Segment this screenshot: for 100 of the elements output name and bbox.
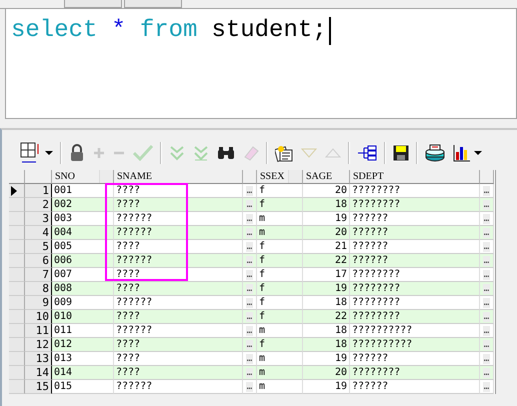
tree-diagram-icon xyxy=(357,145,377,161)
ellipsis-button[interactable]: … xyxy=(246,284,254,294)
ellipsis-button[interactable]: … xyxy=(246,256,254,266)
row-indicator-cell[interactable] xyxy=(9,366,25,380)
ellipsis-button[interactable]: … xyxy=(482,326,490,336)
ellipsis-button[interactable]: … xyxy=(246,228,254,238)
table-cell: f xyxy=(257,254,303,268)
table-cell: 22 xyxy=(303,254,350,268)
row-number: 10 xyxy=(25,310,52,324)
output-tab[interactable] xyxy=(64,0,122,8)
row-number: 13 xyxy=(25,352,52,366)
table-cell: 010 xyxy=(52,310,114,324)
ellipsis-button[interactable]: … xyxy=(482,270,490,280)
column-header[interactable]: SAGE xyxy=(303,171,349,182)
row-indicator-cell[interactable] xyxy=(9,352,25,366)
ellipsis-button[interactable]: … xyxy=(246,298,254,308)
table-cell: m xyxy=(257,226,303,240)
ellipsis-button[interactable]: … xyxy=(482,298,490,308)
row-number: 1 xyxy=(25,184,52,198)
sql-editor[interactable]: select * from student; xyxy=(5,9,517,119)
table-cell: ???????? xyxy=(350,310,480,324)
ellipsis-button[interactable]: … xyxy=(246,354,254,364)
triangle-up-icon xyxy=(325,148,341,158)
table-cell: 18 xyxy=(303,338,350,352)
table-cell: ???????? xyxy=(350,366,480,380)
table-cell: 008 xyxy=(52,282,114,296)
lock-icon xyxy=(69,144,85,162)
ellipsis-button[interactable]: … xyxy=(246,214,254,224)
table-cell: m xyxy=(257,380,303,394)
table-cell: f xyxy=(257,282,303,296)
table-cell: f xyxy=(257,338,303,352)
table-cell: 004 xyxy=(52,226,114,240)
table-cell: f xyxy=(257,310,303,324)
table-cell: ???? xyxy=(114,198,243,212)
row-indicator-cell[interactable] xyxy=(9,184,25,198)
row-number: 11 xyxy=(25,324,52,338)
row-number: 5 xyxy=(25,240,52,254)
table-cell: ???? xyxy=(114,338,243,352)
ellipsis-button[interactable]: … xyxy=(246,186,254,196)
ellipsis-button[interactable]: … xyxy=(482,382,490,392)
row-indicator-cell[interactable] xyxy=(9,254,25,268)
double-chevron-down-icon xyxy=(169,145,185,161)
row-indicator-cell[interactable] xyxy=(9,380,25,394)
row-indicator-cell[interactable] xyxy=(9,268,25,282)
table-cell: ?????????? xyxy=(350,338,480,352)
row-indicator-cell[interactable] xyxy=(9,198,25,212)
ellipsis-button[interactable]: … xyxy=(482,284,490,294)
ellipsis-button[interactable]: … xyxy=(246,312,254,322)
row-number: 12 xyxy=(25,338,52,352)
ellipsis-button[interactable]: … xyxy=(246,242,254,252)
ellipsis-button[interactable]: … xyxy=(246,200,254,210)
ellipsis-button[interactable]: … xyxy=(482,354,490,364)
ellipsis-button[interactable]: … xyxy=(482,228,490,238)
minus-icon xyxy=(113,151,125,155)
column-header[interactable]: SNAME xyxy=(114,171,242,182)
text-cursor xyxy=(328,17,331,45)
row-number: 8 xyxy=(25,282,52,296)
row-indicator-cell[interactable] xyxy=(9,212,25,226)
row-indicator-cell[interactable] xyxy=(9,282,25,296)
table-cell: f xyxy=(257,198,303,212)
table-cell: 002 xyxy=(52,198,114,212)
table-cell: ???? xyxy=(114,366,243,380)
triangle-down-icon xyxy=(301,148,317,158)
table-cell: m xyxy=(257,366,303,380)
table-cell: 22 xyxy=(303,310,350,324)
ellipsis-button[interactable]: … xyxy=(482,200,490,210)
ellipsis-button[interactable]: … xyxy=(482,340,490,350)
ellipsis-button[interactable]: … xyxy=(246,270,254,280)
ellipsis-button[interactable]: … xyxy=(246,326,254,336)
table-cell: ???????? xyxy=(350,198,480,212)
notes-icon xyxy=(275,144,293,162)
table-cell: ???????? xyxy=(350,282,480,296)
ellipsis-button[interactable]: … xyxy=(482,312,490,322)
row-number: 4 xyxy=(25,226,52,240)
row-indicator-cell[interactable] xyxy=(9,226,25,240)
ellipsis-button[interactable]: … xyxy=(482,186,490,196)
row-indicator-cell[interactable] xyxy=(9,310,25,324)
ellipsis-button[interactable]: … xyxy=(482,242,490,252)
row-number: 2 xyxy=(25,198,52,212)
row-indicator-cell[interactable] xyxy=(9,240,25,254)
table-cell: ???? xyxy=(114,310,243,324)
ellipsis-button[interactable]: … xyxy=(246,382,254,392)
stats-tab[interactable] xyxy=(124,0,182,8)
table-cell: ?????? xyxy=(350,226,480,240)
ellipsis-button[interactable]: … xyxy=(246,340,254,350)
table-cell: ?????? xyxy=(114,226,243,240)
row-indicator-cell[interactable] xyxy=(9,296,25,310)
ellipsis-button[interactable]: … xyxy=(246,368,254,378)
bar-chart-icon xyxy=(453,144,471,162)
ellipsis-button[interactable]: … xyxy=(482,368,490,378)
ellipsis-button[interactable]: … xyxy=(482,214,490,224)
row-indicator-cell[interactable] xyxy=(9,324,25,338)
double-chevron-down-icon xyxy=(193,145,209,161)
table-cell: 20 xyxy=(303,366,350,380)
checkmark-icon xyxy=(133,145,153,161)
caret-icon xyxy=(45,151,53,155)
row-indicator-cell[interactable] xyxy=(9,338,25,352)
ellipsis-button[interactable]: … xyxy=(482,256,490,266)
table-cell: 20 xyxy=(303,226,350,240)
column-header[interactable]: SDEPT xyxy=(350,171,479,182)
